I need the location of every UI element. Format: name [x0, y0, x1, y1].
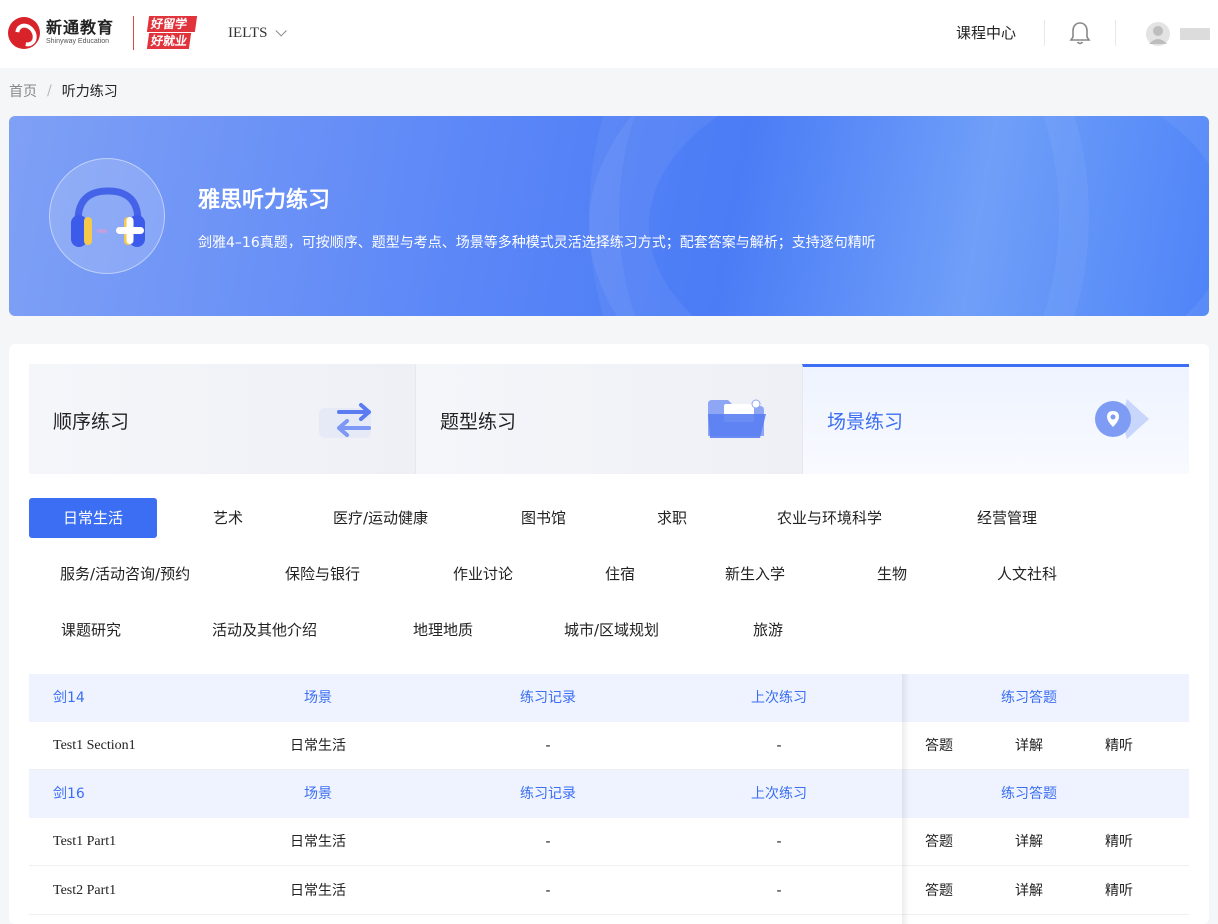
tag-item[interactable]: 服务/活动咨询/预约 — [60, 554, 190, 594]
tab-label: 顺序练习 — [53, 411, 130, 433]
practice-panel: 顺序练习 题型练习 场景练习 日常生活 艺术 医疗/运动健康 图书馆 求职 农业… — [9, 344, 1209, 924]
logo-subtitle: Shinyway Education — [46, 38, 110, 45]
tag-item[interactable]: 经营管理 — [977, 498, 1037, 538]
answer-button[interactable]: 答题 — [909, 867, 969, 915]
column-header: 上次练习 — [751, 690, 807, 706]
tag-item[interactable]: 医疗/运动健康 — [333, 498, 428, 538]
tag-item[interactable]: 旅游 — [753, 610, 783, 650]
tag-item[interactable]: 农业与环境科学 — [777, 498, 882, 538]
arrows-swap-icon — [319, 403, 371, 438]
brand-slogan-logo: 好留学 好就业 — [146, 16, 200, 50]
last-practice-cell: - — [776, 883, 782, 899]
book-title: 剑14 — [53, 690, 85, 706]
test-name: Test1 Part1 — [53, 834, 117, 849]
folder-icon — [708, 399, 766, 438]
bell-icon[interactable] — [1068, 20, 1092, 46]
tag-item[interactable]: 活动及其他介绍 — [212, 610, 317, 650]
tag-item[interactable]: 生物 — [877, 554, 907, 594]
column-header: 场景 — [304, 786, 332, 802]
exam-selector-label: IELTS — [228, 24, 268, 41]
column-header: 上次练习 — [751, 786, 807, 802]
scene-cell: 日常生活 — [290, 738, 346, 754]
tag-item[interactable]: 作业讨论 — [453, 554, 513, 594]
tag-item[interactable]: 课题研究 — [61, 610, 121, 650]
tab-sequential-practice[interactable]: 顺序练习 — [29, 364, 415, 474]
page-title: 雅思听力练习 — [198, 188, 331, 213]
table-row: Test2 Part1 日常生活 - - 答题 详解 精听 — [29, 867, 1189, 915]
tab-label: 场景练习 — [827, 411, 904, 433]
record-cell: - — [545, 834, 551, 850]
logo-name: 新通教育 — [46, 18, 115, 37]
shinyway-logo[interactable]: 新通教育 Shinyway Education — [8, 15, 120, 51]
top-navbar: 新通教育 Shinyway Education 好留学 好就业 IELTS 课程… — [0, 0, 1218, 68]
table-group-header: 剑16 场景 练习记录 上次练习 练习答题 — [29, 770, 1189, 818]
explanation-button[interactable]: 详解 — [999, 722, 1059, 770]
exam-selector[interactable]: IELTS — [228, 22, 288, 44]
table-row: Test1 Section1 日常生活 - - 答题 详解 精听 — [29, 722, 1189, 770]
logo-divider — [133, 16, 134, 50]
breadcrumb: 首页 / 听力练习 — [9, 81, 118, 101]
slogan-line-1: 好留学 — [146, 16, 198, 32]
intensive-listening-button[interactable]: 精听 — [1089, 867, 1149, 915]
hero-banner: 雅思听力练习 剑雅4–16真题，可按顺序、题型与考点、场景等多种模式灵活选择练习… — [9, 116, 1209, 316]
course-center-link[interactable]: 课程中心 — [956, 22, 1016, 43]
column-header: 练习答题 — [1001, 786, 1057, 802]
slogan-line-2: 好就业 — [146, 33, 192, 49]
tag-item[interactable]: 地理地质 — [413, 610, 473, 650]
tag-item[interactable]: 人文社科 — [997, 554, 1057, 594]
book-title: 剑16 — [53, 786, 85, 802]
answer-button[interactable]: 答题 — [909, 722, 969, 770]
answer-button[interactable]: 答题 — [909, 818, 969, 866]
tag-item[interactable]: 新生入学 — [725, 554, 785, 594]
table-group-header: 剑14 场景 练习记录 上次练习 练习答题 — [29, 674, 1189, 722]
tag-item[interactable]: 城市/区域规划 — [564, 610, 659, 650]
divider — [1115, 20, 1116, 46]
tag-item[interactable]: 图书馆 — [521, 498, 566, 538]
explanation-button[interactable]: 详解 — [999, 867, 1059, 915]
record-cell: - — [545, 738, 551, 754]
location-pin-icon — [1095, 399, 1149, 439]
tag-item-active[interactable]: 日常生活 — [29, 498, 157, 538]
test-name: Test2 Part1 — [53, 883, 117, 898]
fixed-column-shadow — [902, 674, 910, 924]
page-description: 剑雅4–16真题，可按顺序、题型与考点、场景等多种模式灵活选择练习方式；配套答案… — [198, 235, 876, 251]
intensive-listening-button[interactable]: 精听 — [1089, 818, 1149, 866]
tab-label: 题型练习 — [440, 411, 517, 433]
record-cell: - — [545, 883, 551, 899]
practice-mode-tabs: 顺序练习 题型练习 场景练习 — [29, 364, 1189, 474]
tab-scene-practice[interactable]: 场景练习 — [802, 364, 1189, 474]
explanation-button[interactable]: 详解 — [999, 818, 1059, 866]
column-header: 练习答题 — [1001, 690, 1057, 706]
column-header: 练习记录 — [520, 786, 576, 802]
chevron-down-icon — [275, 25, 288, 37]
test-name: Test1 Section1 — [53, 738, 136, 753]
last-practice-cell: - — [776, 738, 782, 754]
tab-question-type-practice[interactable]: 题型练习 — [415, 364, 802, 474]
tag-item[interactable]: 保险与银行 — [285, 554, 360, 594]
tag-item[interactable]: 求职 — [657, 498, 687, 538]
breadcrumb-current: 听力练习 — [61, 84, 118, 100]
breadcrumb-home[interactable]: 首页 — [9, 81, 37, 101]
tag-item[interactable]: 艺术 — [213, 498, 243, 538]
headphones-icon — [49, 158, 165, 274]
tag-item[interactable]: 住宿 — [605, 554, 635, 594]
breadcrumb-separator: / — [47, 83, 52, 99]
table-row: Test1 Part1 日常生活 - - 答题 详解 精听 — [29, 818, 1189, 866]
scene-cell: 日常生活 — [290, 883, 346, 899]
scene-cell: 日常生活 — [290, 834, 346, 850]
divider — [1044, 20, 1045, 46]
username-placeholder[interactable] — [1180, 28, 1210, 40]
column-header: 场景 — [304, 690, 332, 706]
intensive-listening-button[interactable]: 精听 — [1089, 722, 1149, 770]
column-header: 练习记录 — [520, 690, 576, 706]
avatar[interactable] — [1146, 20, 1170, 48]
last-practice-cell: - — [776, 834, 782, 850]
logo-icon — [8, 17, 40, 49]
